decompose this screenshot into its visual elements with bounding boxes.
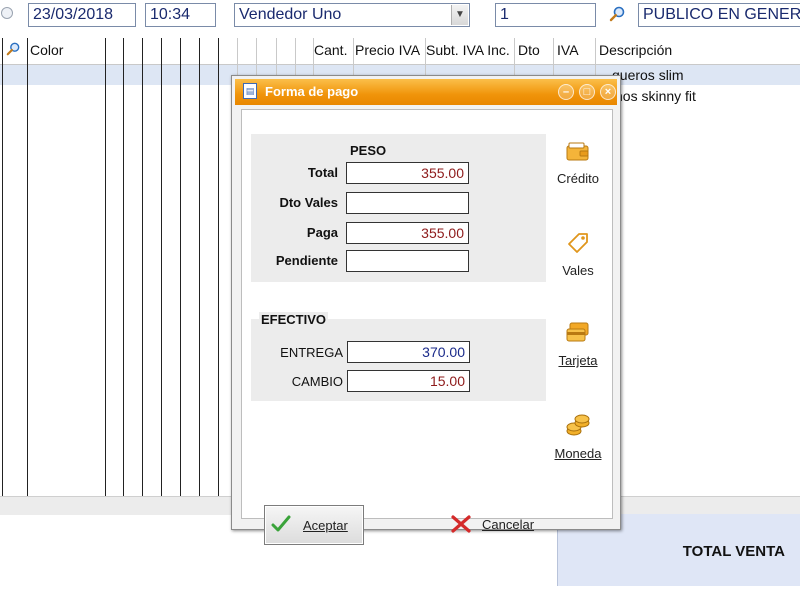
payment-dialog: ▤ Forma de pago – □ × PESO Total 355.00 … — [231, 75, 621, 545]
grid-line — [123, 38, 124, 496]
time-field[interactable]: 10:34 — [145, 3, 216, 27]
column-header-precio[interactable]: Precio IVA — [355, 42, 420, 58]
cancelar-button[interactable]: Cancelar — [450, 512, 550, 540]
credito-button[interactable]: Crédito — [546, 142, 610, 186]
seller-select[interactable]: Vendedor Uno ▼ — [234, 3, 470, 27]
top-toolbar: 23/03/2018 10:34 Vendedor Uno ▼ 1 PUBLIC… — [0, 0, 800, 34]
quantity-field[interactable]: 1 — [495, 3, 596, 27]
seller-select-value: Vendedor Uno — [239, 6, 342, 23]
search-icon[interactable] — [6, 42, 20, 60]
dialog-titlebar[interactable]: ▤ Forma de pago – □ × — [235, 79, 617, 105]
grid-line — [218, 38, 219, 496]
grid-line — [142, 38, 143, 496]
credit-card-icon — [546, 322, 610, 347]
aceptar-label: Aceptar — [303, 518, 348, 533]
grid-line — [2, 38, 3, 496]
cambio-label: CAMBIO — [291, 374, 343, 389]
dialog-body: PESO Total 355.00 Dto Vales Paga 355.00 … — [241, 109, 613, 545]
total-label: Total — [307, 165, 338, 180]
wallet-icon — [546, 142, 610, 165]
column-header-iva[interactable]: IVA — [557, 42, 579, 58]
maximize-button[interactable]: □ — [579, 84, 595, 100]
peso-panel: PESO Total 355.00 Dto Vales Paga 355.00 … — [251, 134, 546, 282]
dto-vales-label: Dto Vales — [279, 195, 338, 210]
paga-label: Paga — [306, 225, 338, 240]
row-description: queros slim — [612, 67, 684, 83]
grid-header: Color Cant. Precio IVA Subt. IVA Inc. Dt… — [0, 38, 800, 65]
grid-line — [161, 38, 162, 496]
entrega-field[interactable]: 370.00 — [347, 341, 470, 363]
tag-icon — [546, 232, 610, 257]
pendiente-field[interactable] — [346, 250, 469, 272]
row-description: nos skinny fit — [615, 88, 696, 104]
grid-line — [199, 38, 200, 496]
tarjeta-button[interactable]: Tarjeta — [546, 322, 610, 368]
grid-line — [180, 38, 181, 496]
column-header-descripcion[interactable]: Descripción — [599, 42, 672, 58]
peso-heading: PESO — [350, 143, 387, 158]
moneda-label: Moneda — [554, 446, 602, 461]
column-header-dto[interactable]: Dto — [518, 42, 540, 58]
date-field[interactable]: 23/03/2018 — [28, 3, 136, 27]
credito-label: Crédito — [557, 171, 599, 186]
tarjeta-label: Tarjeta — [558, 353, 598, 368]
checkmark-icon — [271, 515, 291, 536]
vales-label: Vales — [562, 263, 594, 278]
column-header-color[interactable]: Color — [30, 42, 63, 58]
cancelar-label: Cancelar — [482, 517, 535, 532]
grid-line — [105, 38, 106, 496]
moneda-button[interactable]: Moneda — [546, 413, 610, 461]
coins-icon — [546, 413, 610, 440]
document-icon: ▤ — [243, 83, 257, 99]
radio-button[interactable] — [1, 7, 13, 19]
total-field[interactable]: 355.00 — [346, 162, 469, 184]
customer-field[interactable]: PUBLICO EN GENERA — [638, 3, 800, 27]
column-header-cant[interactable]: Cant. — [314, 42, 347, 58]
efectivo-heading: EFECTIVO — [259, 312, 329, 327]
cambio-field[interactable]: 15.00 — [347, 370, 470, 392]
minimize-button[interactable]: – — [558, 84, 574, 100]
close-button[interactable]: × — [600, 84, 616, 100]
dto-vales-field[interactable] — [346, 192, 469, 214]
efectivo-panel: EFECTIVO ENTREGA 370.00 CAMBIO 15.00 — [251, 312, 546, 401]
cancel-x-icon — [450, 514, 472, 537]
entrega-label: ENTREGA — [280, 345, 343, 360]
pendiente-label: Pendiente — [275, 253, 338, 268]
vales-button[interactable]: Vales — [546, 232, 610, 278]
chevron-down-icon[interactable]: ▼ — [451, 5, 468, 25]
search-icon[interactable] — [609, 6, 625, 26]
paga-field[interactable]: 355.00 — [346, 222, 469, 244]
grid-line — [27, 38, 28, 496]
column-header-subtotal[interactable]: Subt. IVA Inc. — [426, 42, 510, 58]
dialog-title: Forma de pago — [265, 84, 359, 99]
aceptar-button[interactable]: Aceptar — [264, 505, 364, 545]
